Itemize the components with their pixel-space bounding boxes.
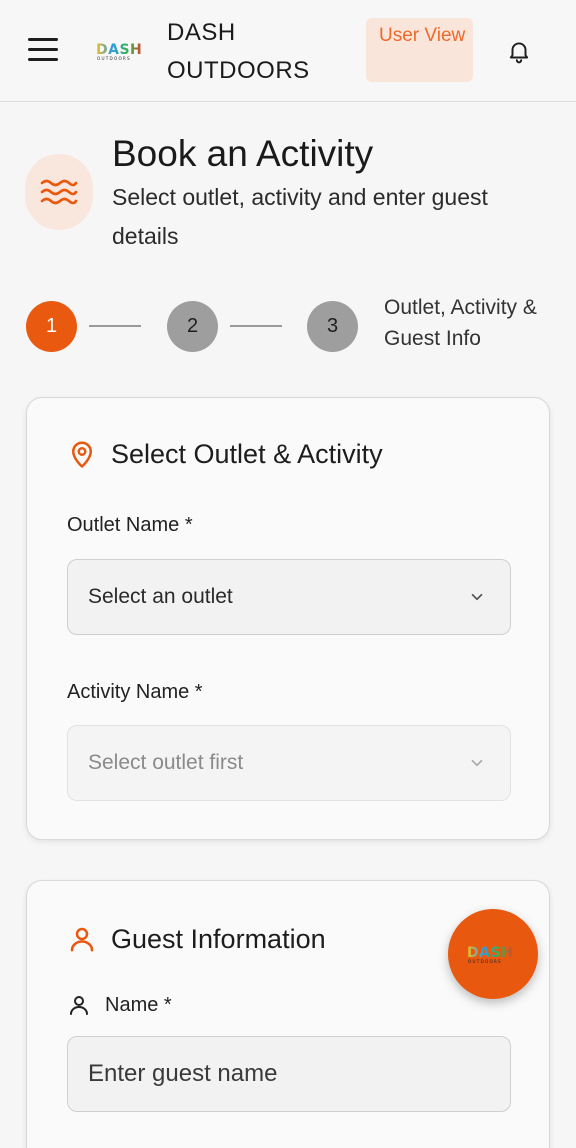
step-1: 1 — [26, 301, 77, 352]
name-field-label: Name * — [67, 993, 172, 1017]
card-header: Guest Information — [67, 923, 326, 955]
waves-icon — [40, 179, 78, 205]
guest-name-input[interactable]: Enter guest name — [67, 1036, 511, 1112]
app-header: DASH OUTDOORS DASH OUTDOORS User View — [0, 0, 576, 102]
floating-action-button[interactable]: DASH OUTDOORS — [448, 909, 538, 999]
activity-select[interactable]: Select outlet first — [67, 725, 511, 801]
svg-text:OUTDOORS: OUTDOORS — [97, 56, 131, 61]
page-title: Book an Activity — [112, 133, 374, 174]
card-title: Guest Information — [111, 923, 326, 954]
brand-name: DASH OUTDOORS — [167, 19, 310, 84]
outlet-activity-card: Select Outlet & Activity Outlet Name * S… — [26, 397, 550, 840]
step-caption: Outlet, Activity & Guest Info — [384, 296, 537, 350]
svg-text:OUTDOORS: OUTDOORS — [468, 959, 502, 964]
chevron-down-icon — [471, 759, 483, 767]
waves-icon-badge — [25, 154, 93, 230]
step-2: 2 — [167, 301, 218, 352]
card-title: Select Outlet & Activity — [111, 438, 383, 469]
step-3: 3 — [307, 301, 358, 352]
dash-outdoors-logo: DASH OUTDOORS — [96, 42, 142, 61]
outlet-select[interactable]: Select an outlet — [67, 559, 511, 635]
step-connector — [230, 325, 282, 327]
bell-icon[interactable] — [506, 37, 532, 65]
name-label: Name * — [105, 993, 172, 1016]
map-pin-icon — [72, 441, 92, 468]
outlet-name-label: Outlet Name * — [67, 514, 193, 536]
user-icon — [70, 927, 94, 952]
outlet-select-value: Select an outlet — [88, 585, 233, 608]
activity-name-label: Activity Name * — [67, 681, 203, 703]
guest-name-placeholder: Enter guest name — [88, 1060, 278, 1087]
dash-outdoors-logo: DASH OUTDOORS — [467, 945, 513, 964]
card-header: Select Outlet & Activity — [67, 438, 383, 470]
chevron-down-icon — [471, 593, 483, 601]
user-view-button[interactable]: User View — [366, 18, 473, 82]
page-subtitle: Select outlet, activity and enter guest … — [112, 184, 488, 249]
hamburger-menu-icon[interactable] — [28, 38, 60, 62]
user-icon — [70, 996, 88, 1015]
activity-select-value: Select outlet first — [88, 751, 244, 774]
step-connector — [89, 325, 141, 327]
